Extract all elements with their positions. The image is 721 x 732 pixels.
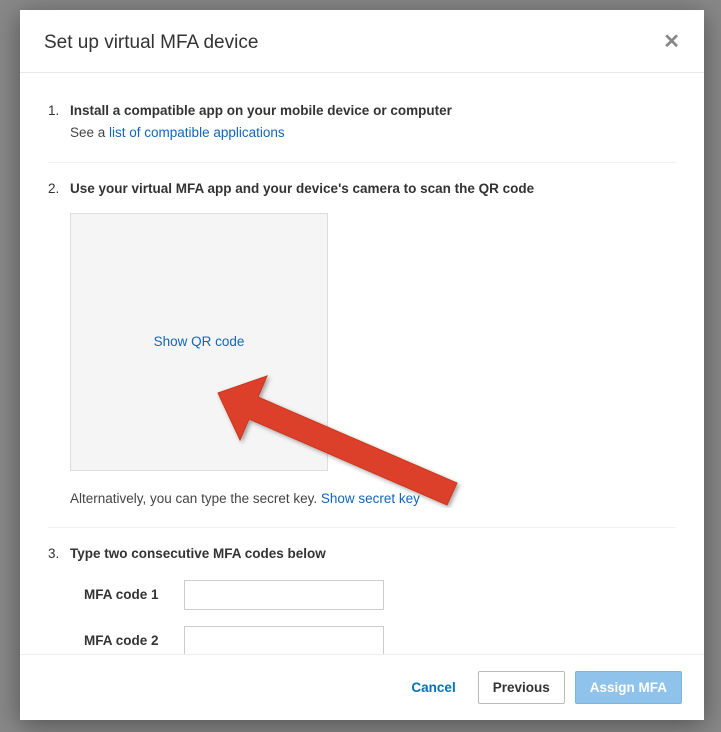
dialog-header: Set up virtual MFA device ✕ <box>20 10 704 73</box>
step-3: 3. Type two consecutive MFA codes below … <box>48 527 676 654</box>
secret-key-alt-text: Alternatively, you can type the secret k… <box>70 489 676 509</box>
mfa-code-1-input[interactable] <box>184 580 384 610</box>
close-button[interactable]: ✕ <box>663 32 680 52</box>
alt-text-prefix: Alternatively, you can type the secret k… <box>70 491 321 506</box>
step-2: 2. Use your virtual MFA app and your dev… <box>48 162 676 528</box>
qr-code-placeholder: Show QR code <box>70 213 328 471</box>
show-qr-code-link[interactable]: Show QR code <box>154 332 245 352</box>
step-2-title: Use your virtual MFA app and your device… <box>70 179 676 199</box>
step-1-number: 1. <box>48 101 64 144</box>
close-icon: ✕ <box>663 31 680 53</box>
assign-mfa-button[interactable]: Assign MFA <box>575 671 682 704</box>
mfa-code-2-input[interactable] <box>184 626 384 654</box>
show-secret-key-link[interactable]: Show secret key <box>321 491 420 506</box>
step-1-title: Install a compatible app on your mobile … <box>70 101 676 121</box>
compatible-apps-link[interactable]: list of compatible applications <box>109 125 285 140</box>
dialog-footer: Cancel Previous Assign MFA <box>20 654 704 720</box>
step-1-subtext: See a list of compatible applications <box>70 123 676 143</box>
step-3-content: Type two consecutive MFA codes below MFA… <box>70 544 676 654</box>
step-1: 1. Install a compatible app on your mobi… <box>48 93 676 162</box>
mfa-code-2-row: MFA code 2 <box>84 626 676 654</box>
step-3-number: 3. <box>48 544 64 654</box>
mfa-code-2-label: MFA code 2 <box>84 631 170 651</box>
step-2-number: 2. <box>48 179 64 510</box>
step-3-title: Type two consecutive MFA codes below <box>70 544 676 564</box>
step-2-content: Use your virtual MFA app and your device… <box>70 179 676 510</box>
dialog-title: Set up virtual MFA device <box>44 32 258 54</box>
step-1-content: Install a compatible app on your mobile … <box>70 101 676 144</box>
cancel-button[interactable]: Cancel <box>399 672 467 703</box>
previous-button[interactable]: Previous <box>478 671 565 704</box>
step-1-subtext-prefix: See a <box>70 125 109 140</box>
mfa-setup-dialog: Set up virtual MFA device ✕ 1. Install a… <box>20 10 704 720</box>
mfa-code-1-row: MFA code 1 <box>84 580 676 610</box>
mfa-code-1-label: MFA code 1 <box>84 585 170 605</box>
dialog-body: 1. Install a compatible app on your mobi… <box>20 73 704 654</box>
